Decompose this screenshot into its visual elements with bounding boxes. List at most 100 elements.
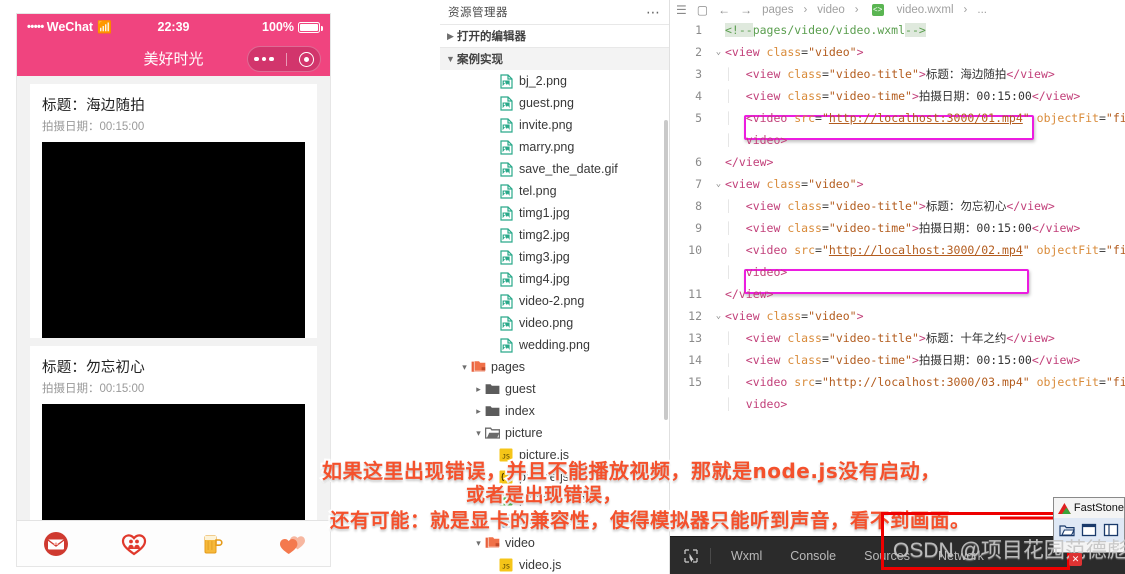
bookmark-icon[interactable]: ▢ — [697, 3, 708, 17]
tree-item-pages[interactable]: ▾ pages — [440, 356, 669, 378]
code-line[interactable]: 9 │ <view class="video-time">拍摄日期：00:15:0… — [670, 217, 1125, 239]
tree-item-timg1-jpg[interactable]: timg1.jpg — [440, 202, 669, 224]
tree-item-wedding-png[interactable]: wedding.png — [440, 334, 669, 356]
code-line[interactable]: 6 </view> — [670, 151, 1125, 173]
wechat-capsule-button[interactable] — [247, 46, 321, 72]
tree-item-guest-png[interactable]: guest.png — [440, 92, 669, 114]
code-line[interactable]: 4 │ <view class="video-time">拍摄日期：00:15:0… — [670, 85, 1125, 107]
chevron-down-icon[interactable]: ▼ — [444, 54, 457, 64]
tree-item-picture-wxss[interactable]: # picture.wxss — [440, 510, 669, 532]
code-line[interactable]: │ video> — [670, 261, 1125, 283]
tab-video[interactable] — [252, 531, 330, 557]
code-line[interactable]: 1 <!--pages/video/video.wxml--> — [670, 19, 1125, 41]
breadcrumb-part-video[interactable]: video — [817, 4, 845, 16]
tree-item-marry-png[interactable]: marry.png — [440, 136, 669, 158]
code-line[interactable]: 13 │ <view class="video-title">标题：十年之约</v… — [670, 327, 1125, 349]
tab-network[interactable]: Network — [924, 537, 998, 574]
chevron-down-icon[interactable]: ▾ — [472, 428, 485, 439]
code-text: │ <video src="http://localhost:3000/03.m… — [725, 375, 1125, 389]
tree-item-video-png[interactable]: video.png — [440, 312, 669, 334]
tree-item-video-2-png[interactable]: video-2.png — [440, 290, 669, 312]
code-line[interactable]: 12 ⌄ <view class="video"> — [670, 305, 1125, 327]
tree-item-picture-json[interactable]: picture.json — [440, 466, 669, 488]
tab-guest[interactable] — [95, 531, 173, 557]
fold-chevron-icon[interactable]: ⌄ — [712, 47, 725, 57]
chevron-down-icon[interactable]: ▾ — [458, 362, 471, 373]
code-token: = — [815, 243, 822, 257]
tree-item-picture-wxml[interactable]: picture.wxml — [440, 488, 669, 510]
code-line[interactable]: │ video> — [670, 129, 1125, 151]
carrier-label: WeChat — [46, 20, 94, 34]
tree-item-picture-js[interactable]: JS picture.js — [440, 444, 669, 466]
faststone-toolbar[interactable]: FastStone — [1053, 497, 1125, 553]
phone-tab-bar[interactable] — [17, 520, 330, 566]
code-token: "video-time" — [828, 221, 912, 235]
tree-item-video-js[interactable]: JS video.js — [440, 554, 669, 574]
file-tree[interactable]: bj_2.png guest.png invite.png marry.png save… — [440, 70, 669, 574]
tree-item-label: picture.wxss — [519, 514, 588, 528]
tab-sources[interactable]: Sources — [850, 537, 924, 574]
tree-item-tel-png[interactable]: tel.png — [440, 180, 669, 202]
tree-item-picture[interactable]: ▾ picture — [440, 422, 669, 444]
chevron-right-icon[interactable]: ▶ — [444, 31, 457, 42]
code-token: --> — [905, 23, 926, 37]
code-line[interactable]: 10 │ <video src="http://localhost:3000/02… — [670, 239, 1125, 261]
image-file-icon — [499, 117, 514, 133]
tree-item-index[interactable]: ▸ index — [440, 400, 669, 422]
tree-item-label: pages — [491, 360, 526, 374]
more-dots-icon[interactable] — [254, 56, 274, 62]
faststone-button-row[interactable] — [1054, 518, 1124, 542]
section-project-root[interactable]: ▼ 案例实现 — [440, 47, 669, 70]
video-player[interactable] — [42, 142, 305, 338]
tree-item-bj-2-png[interactable]: bj_2.png — [440, 70, 669, 92]
code-line[interactable]: 11 </view> — [670, 283, 1125, 305]
code-line[interactable]: 2 ⌄ <view class="video"> — [670, 41, 1125, 63]
ellipsis-icon[interactable]: ⋯ — [646, 4, 661, 21]
code-line[interactable]: 15 │ <video src="http://localhost:3000/03… — [670, 371, 1125, 393]
inspect-cursor-icon[interactable] — [678, 548, 704, 563]
code-line[interactable]: 5 │ <video src="http://localhost:3000/01.… — [670, 107, 1125, 129]
tab-picture[interactable] — [174, 531, 252, 557]
code-content[interactable]: 1 <!--pages/video/video.wxml--> 2 ⌄ <view cl… — [670, 19, 1125, 536]
chevron-right-icon[interactable]: ▸ — [472, 384, 485, 395]
line-number: 5 — [695, 111, 702, 125]
arrow-back-icon[interactable]: ← — [718, 3, 730, 17]
window-split-icon[interactable] — [1102, 521, 1120, 539]
explorer-scrollbar[interactable] — [663, 0, 669, 574]
tab-invite[interactable] — [17, 531, 95, 557]
tab-wxml[interactable]: Wxml — [717, 537, 776, 574]
open-folder-icon[interactable] — [1058, 521, 1076, 539]
section-open-editors[interactable]: ▶ 打开的编辑器 — [440, 24, 669, 47]
chevron-right-icon[interactable]: ▸ — [472, 406, 485, 417]
code-token: 标题：海边随拍 — [925, 67, 1007, 81]
window-icon[interactable] — [1080, 521, 1098, 539]
code-line[interactable]: 8 │ <view class="video-title">标题：勿忘初心</vi… — [670, 195, 1125, 217]
tree-item-video[interactable]: ▾ video — [440, 532, 669, 554]
tree-item-guest[interactable]: ▸ guest — [440, 378, 669, 400]
code-line[interactable]: 3 │ <view class="video-title">标题：海边随拍</vi… — [670, 63, 1125, 85]
tree-item-invite-png[interactable]: invite.png — [440, 114, 669, 136]
breadcrumb-part-more[interactable]: ... — [977, 4, 987, 16]
breadcrumb[interactable]: ☰ ▢ ← → pages › video › <> video.wxml › … — [670, 0, 1125, 19]
tree-item-timg4-jpg[interactable]: timg4.jpg — [440, 268, 669, 290]
list-icon[interactable]: ☰ — [676, 3, 687, 17]
target-circle-icon[interactable] — [298, 51, 314, 67]
tree-item-timg3-jpg[interactable]: timg3.jpg — [440, 246, 669, 268]
code-line[interactable]: │ video> — [670, 393, 1125, 415]
breadcrumb-part-pages[interactable]: pages — [762, 4, 793, 16]
arrow-forward-icon[interactable]: → — [740, 3, 752, 17]
fold-chevron-icon[interactable]: ⌄ — [712, 179, 725, 189]
tab-console[interactable]: Console — [776, 537, 850, 574]
tree-item-timg2-jpg[interactable]: timg2.jpg — [440, 224, 669, 246]
breadcrumb-part-file[interactable]: video.wxml — [897, 4, 954, 16]
chevron-down-icon[interactable]: ▾ — [472, 538, 485, 549]
code-line[interactable]: 14 │ <view class="video-time">拍摄日期：00:15:… — [670, 349, 1125, 371]
fold-chevron-icon[interactable]: ⌄ — [712, 311, 725, 321]
code-line[interactable]: 7 ⌄ <view class="video"> — [670, 173, 1125, 195]
hearts-icon — [279, 535, 305, 554]
tree-item-save-the-date-gif[interactable]: save_the_date.gif — [440, 158, 669, 180]
phone-content-scroll[interactable]: 标题：海边随拍 拍摄日期：00:15:00 标题：勿忘初心 拍摄日期：00:15… — [17, 76, 330, 566]
battery-percent-label: 100% — [262, 20, 294, 34]
faststone-titlebar: FastStone — [1054, 498, 1124, 518]
video-card[interactable]: 标题：海边随拍 拍摄日期：00:15:00 — [30, 84, 317, 338]
